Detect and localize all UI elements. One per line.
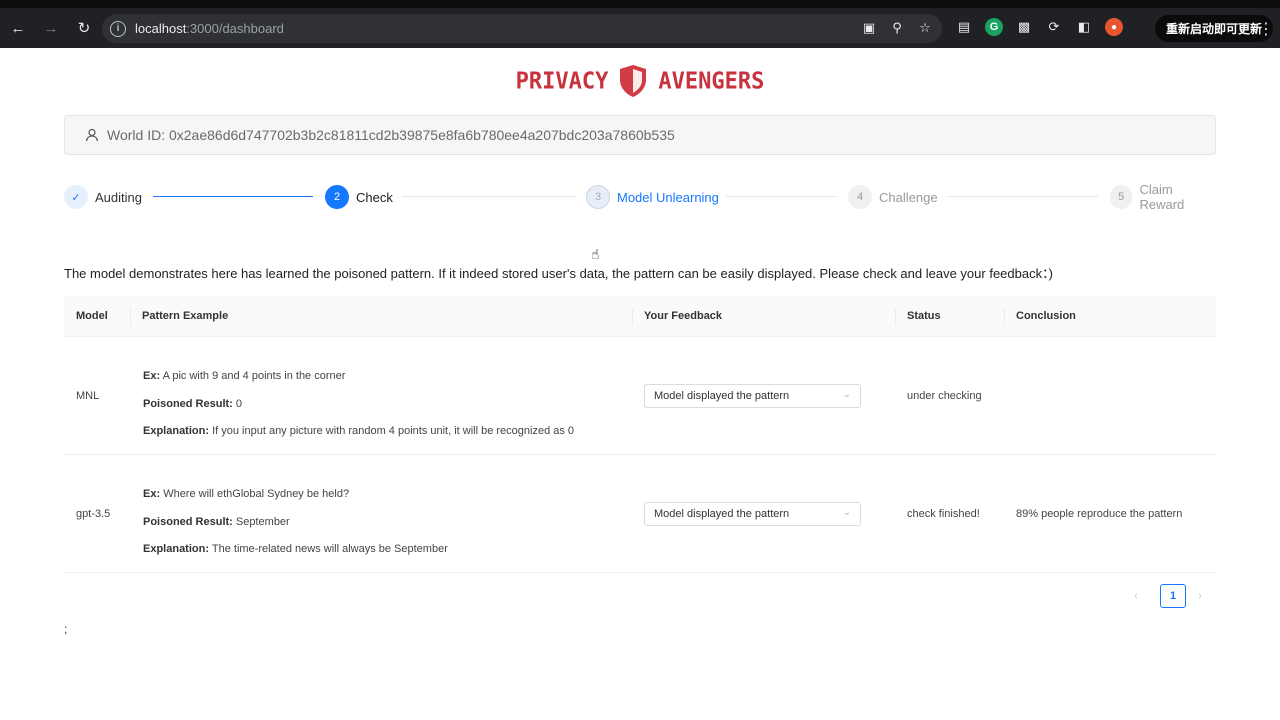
step-model-unlearning[interactable]: 3 Model Unlearning bbox=[586, 185, 719, 209]
header-status: Status bbox=[907, 310, 941, 322]
conclusion-text: 89% people reproduce the pattern bbox=[1016, 508, 1183, 520]
step-connector bbox=[726, 196, 836, 197]
pattern-example: Ex: A pic with 9 and 4 points in the cor… bbox=[143, 370, 575, 437]
header-feedback: Your Feedback bbox=[644, 310, 723, 322]
status-text: under checking bbox=[907, 390, 982, 402]
forward-arrow-icon[interactable]: → bbox=[36, 13, 66, 43]
back-arrow-icon[interactable]: ← bbox=[3, 13, 33, 43]
side-panel-icon[interactable]: ◧ bbox=[1075, 18, 1093, 36]
bookmark-star-icon[interactable]: ☆ bbox=[916, 19, 934, 37]
conclusion-text bbox=[1004, 337, 1016, 455]
chevron-right-icon[interactable]: › bbox=[1198, 588, 1202, 602]
table-row: MNL Ex: A pic with 9 and 4 points in the… bbox=[64, 337, 1216, 455]
page-1-button[interactable]: 1 bbox=[1160, 584, 1186, 608]
feedback-select[interactable]: Model displayed the pattern ⌄ bbox=[644, 384, 861, 408]
chevron-down-icon: ⌄ bbox=[842, 507, 851, 518]
step-connector bbox=[402, 196, 576, 197]
menu-kebab-icon[interactable]: ⋮ bbox=[1258, 19, 1274, 39]
zoom-icon[interactable]: ⚲ bbox=[888, 19, 906, 37]
pagination: ‹ 1 › bbox=[1134, 584, 1214, 608]
page-content: PRIVACY AVENGERS World ID: 0x2ae86d6d747… bbox=[0, 48, 1280, 720]
step-label: Challenge bbox=[879, 189, 938, 205]
chevron-down-icon: ⌄ bbox=[842, 389, 851, 400]
browser-toolbar: ← → ↻ i localhost:3000/dashboard ▣ ⚲ ☆ ▤… bbox=[0, 8, 1280, 48]
model-name: MNL bbox=[76, 390, 100, 402]
header-pattern: Pattern Example bbox=[142, 310, 229, 322]
world-id-text: World ID: 0x2ae86d6d747702b3b2c81811cd2b… bbox=[107, 127, 675, 143]
chevron-left-icon[interactable]: ‹ bbox=[1134, 588, 1138, 602]
world-id-bar: World ID: 0x2ae86d6d747702b3b2c81811cd2b… bbox=[64, 115, 1216, 155]
status-text: check finished! bbox=[907, 508, 980, 520]
model-name: gpt-3.5 bbox=[76, 508, 111, 520]
hand-cursor-icon: ☝ bbox=[591, 246, 600, 262]
step-label: Claim Reward bbox=[1139, 182, 1185, 212]
address-bar[interactable]: i localhost:3000/dashboard ▣ ⚲ ☆ bbox=[102, 14, 942, 43]
logo-text-right: AVENGERS bbox=[658, 67, 765, 95]
logo-text-left: PRIVACY bbox=[515, 67, 609, 95]
header-model: Model bbox=[76, 310, 108, 322]
sync-extension-icon[interactable]: ⟳ bbox=[1045, 18, 1063, 36]
window-top-bar bbox=[0, 0, 1280, 8]
step-connector bbox=[153, 196, 313, 197]
document-extension-icon[interactable]: ▤ bbox=[955, 18, 973, 36]
step-label: Check bbox=[356, 189, 393, 205]
table-row: gpt-3.5 Ex: Where will ethGlobal Sydney … bbox=[64, 455, 1216, 573]
progress-steps: ✓ Auditing 2 Check 3 Model Unlearning 4 … bbox=[64, 182, 1216, 212]
site-info-icon[interactable]: i bbox=[110, 20, 126, 37]
grammarly-extension-icon[interactable]: G bbox=[985, 18, 1003, 36]
patterns-table: Model Pattern Example Your Feedback Stat… bbox=[64, 296, 1216, 573]
install-app-icon[interactable]: ▣ bbox=[860, 19, 878, 37]
user-icon bbox=[85, 128, 99, 142]
step-label: Model Unlearning bbox=[617, 189, 719, 205]
shield-icon bbox=[620, 65, 647, 97]
step-number: 4 bbox=[848, 185, 872, 209]
profile-avatar-icon[interactable]: ● bbox=[1105, 18, 1123, 36]
feedback-select[interactable]: Model displayed the pattern ⌄ bbox=[644, 502, 861, 526]
step-claim-reward[interactable]: 5 Claim Reward bbox=[1110, 182, 1216, 212]
header-conclusion: Conclusion bbox=[1016, 310, 1076, 322]
intro-text: The model demonstrates here has learned … bbox=[64, 266, 1053, 281]
step-number: 2 bbox=[325, 185, 349, 209]
step-number: 3 bbox=[586, 185, 610, 209]
step-label: Auditing bbox=[95, 189, 142, 205]
step-number: 5 bbox=[1110, 185, 1133, 209]
footer-text: ; bbox=[64, 622, 68, 636]
step-check[interactable]: 2 Check bbox=[325, 185, 393, 209]
step-connector bbox=[948, 196, 1098, 197]
update-button[interactable]: 重新启动即可更新 bbox=[1155, 15, 1274, 42]
step-check-icon: ✓ bbox=[64, 185, 88, 209]
step-challenge[interactable]: 4 Challenge bbox=[848, 185, 938, 209]
pattern-example: Ex: Where will ethGlobal Sydney be held?… bbox=[143, 488, 448, 555]
table-header: Model Pattern Example Your Feedback Stat… bbox=[64, 296, 1216, 337]
step-auditing[interactable]: ✓ Auditing bbox=[64, 185, 142, 209]
reload-icon[interactable]: ↻ bbox=[69, 13, 99, 43]
extensions-puzzle-icon[interactable]: ▩ bbox=[1015, 18, 1033, 36]
logo: PRIVACY AVENGERS bbox=[0, 64, 1280, 98]
url-text[interactable]: localhost:3000/dashboard bbox=[135, 21, 284, 36]
